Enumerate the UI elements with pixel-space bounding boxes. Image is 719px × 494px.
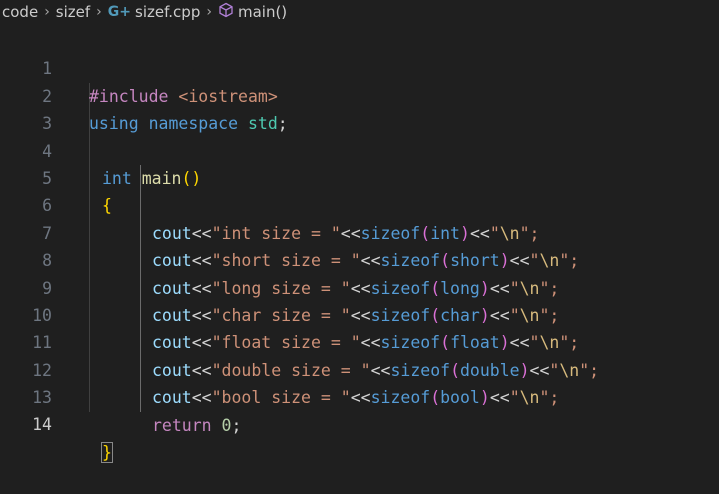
- code-line[interactable]: 12 cout<<"bool size = "<<sizeof(bool)<<"…: [0, 329, 719, 407]
- code-line[interactable]: 9 cout<<"char size = "<<sizeof(char)<<"\…: [0, 247, 719, 325]
- code-line[interactable]: 6 cout<<"int size = "<<sizeof(int)<<"\n"…: [0, 165, 719, 242]
- chevron-right-icon: ›: [206, 4, 212, 20]
- cube-icon: [218, 2, 234, 22]
- code-token: return: [152, 415, 212, 435]
- breadcrumb: code › sizef › G+ sizef.cpp › main(): [0, 0, 719, 24]
- code-token: 0: [221, 415, 232, 435]
- code-line-current[interactable]: 14 }: [0, 384, 719, 463]
- code-line[interactable]: 5 {: [0, 138, 719, 215]
- code-line[interactable]: 13 return 0;: [0, 357, 719, 434]
- code-line[interactable]: 3: [0, 83, 719, 133]
- code-line[interactable]: 7 cout<<"short size = "<<sizeof(short)<<…: [0, 192, 719, 270]
- cpp-file-icon: G+: [107, 4, 132, 20]
- code-token: }: [101, 441, 113, 463]
- breadcrumb-folder-sizef[interactable]: sizef: [56, 3, 90, 21]
- breadcrumb-folder-code[interactable]: code: [2, 3, 38, 21]
- chevron-right-icon: ›: [44, 4, 50, 20]
- line-number: 14: [32, 415, 52, 435]
- code-line[interactable]: 8 cout<<"long size = "<<sizeof(long)<<"\…: [0, 220, 719, 297]
- code-line[interactable]: 4 int main(): [0, 110, 719, 188]
- code-line[interactable]: 11 cout<<"double size = "<<sizeof(double…: [0, 302, 719, 379]
- breadcrumb-symbol[interactable]: main(): [238, 3, 287, 21]
- chevron-right-icon: ›: [96, 4, 102, 20]
- code-token: ;: [231, 415, 242, 435]
- code-editor[interactable]: code › sizef › G+ sizef.cpp › main() 1 #…: [0, 0, 719, 463]
- code-line[interactable]: 10 cout<<"float size = "<<sizeof(float)<…: [0, 275, 719, 352]
- breadcrumb-file[interactable]: sizef.cpp: [135, 3, 200, 21]
- code-area[interactable]: 1 #include <iostream> 2 using namespace …: [0, 28, 719, 463]
- code-line[interactable]: 2 using namespace std;: [0, 55, 719, 133]
- code-line[interactable]: 1 #include <iostream>: [0, 28, 719, 105]
